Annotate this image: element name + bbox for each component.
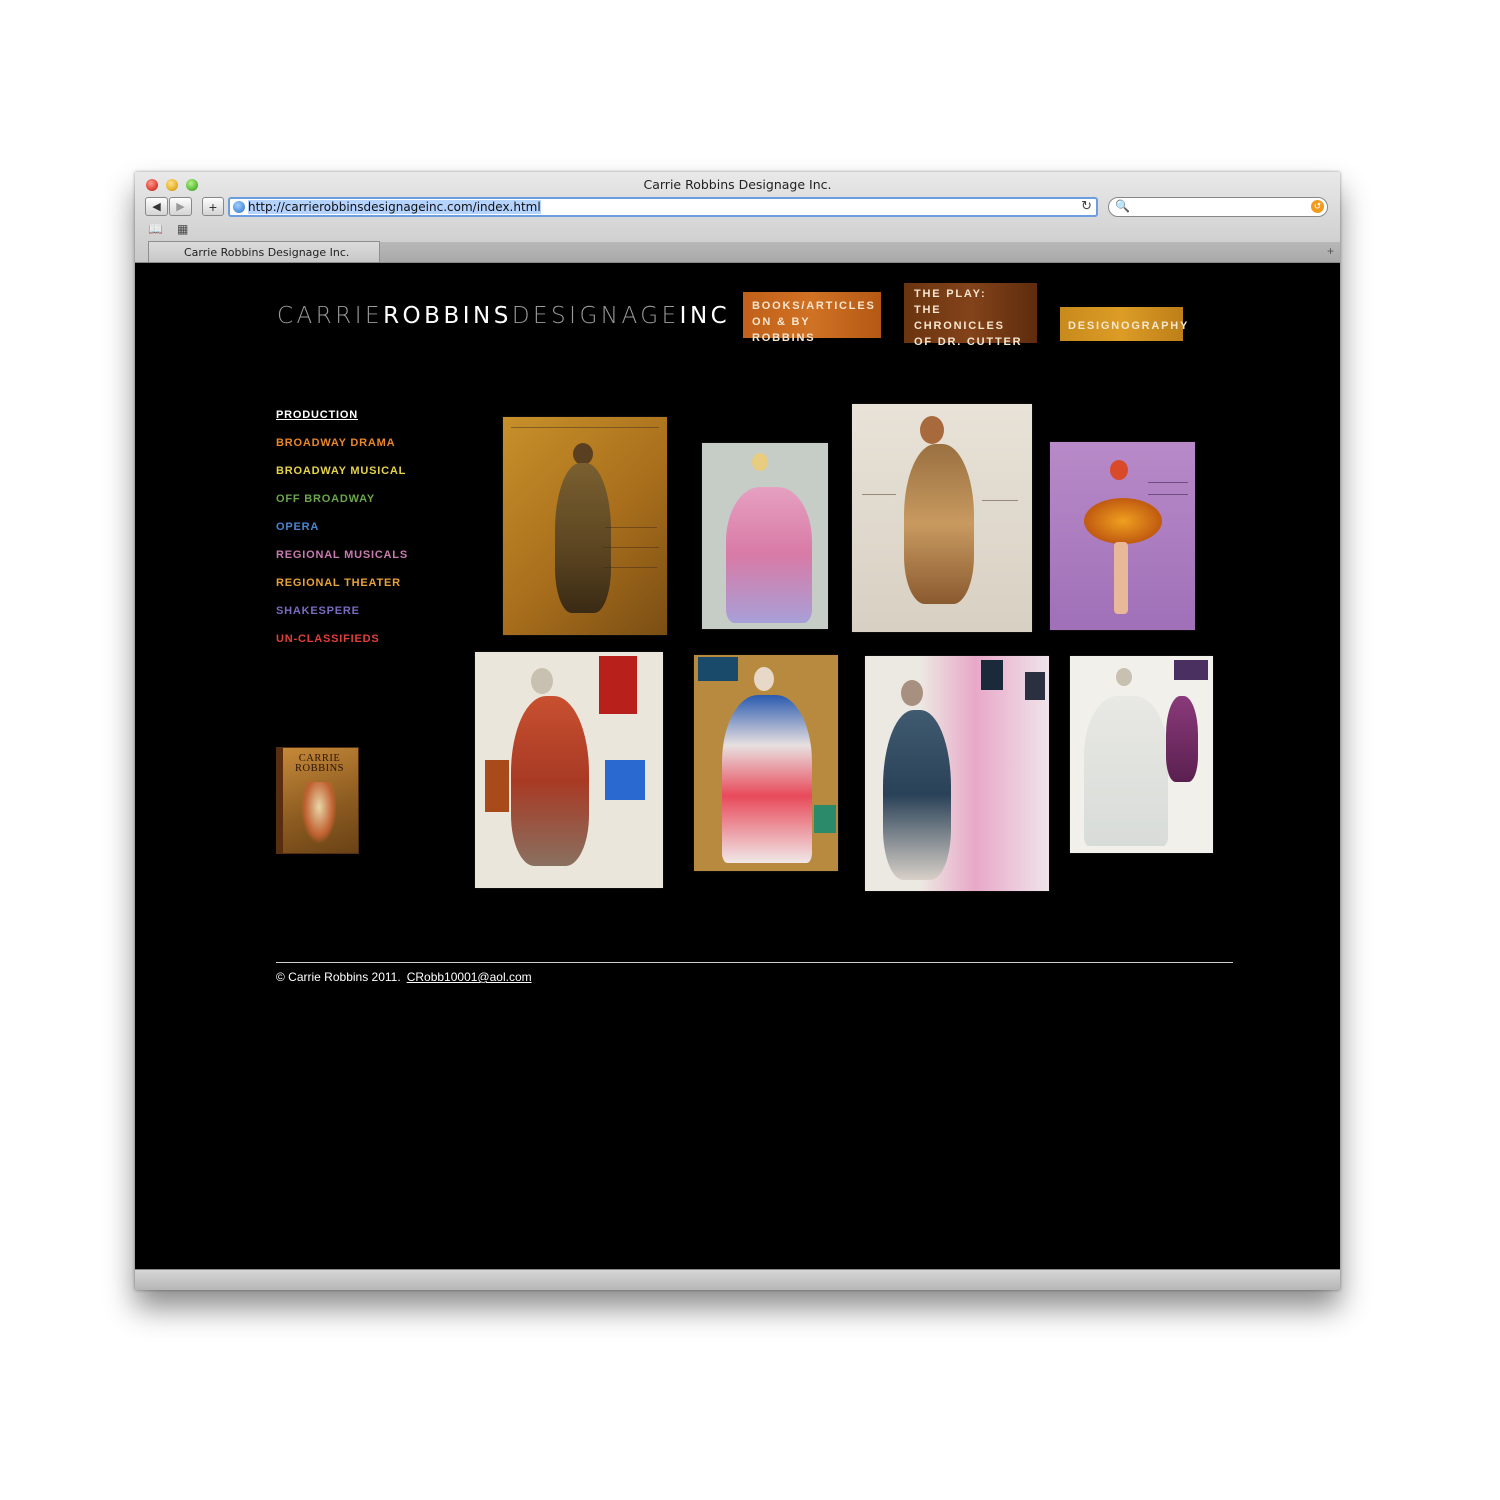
site-logo[interactable]: CARRIEROBBINSDESIGNAGEINC	[277, 303, 730, 329]
menu-broadway-musical[interactable]: BROADWAY MUSICAL	[276, 465, 408, 493]
menu-regional-musicals[interactable]: REGIONAL MUSICALS	[276, 549, 408, 577]
menu-shakespere[interactable]: SHAKESPERE	[276, 605, 408, 633]
email-link[interactable]: CRobb10001@aol.com	[407, 970, 532, 984]
globe-icon	[233, 201, 245, 213]
add-bookmark-button[interactable]: +	[202, 197, 224, 216]
footer: © Carrie Robbins 2011. CRobb10001@aol.com	[276, 970, 532, 984]
menu-regional-theater[interactable]: REGIONAL THEATER	[276, 577, 408, 605]
bookmarks-book-icon[interactable]: 📖	[148, 222, 163, 236]
logo-word-robbins: ROBBINS	[383, 303, 512, 329]
tab-strip	[380, 242, 1340, 262]
costume-sketch-cat-warrior[interactable]	[852, 404, 1032, 632]
url-text: http://carrierobbinsdesignageinc.com/ind…	[248, 200, 541, 214]
costume-sketch-pink-gown[interactable]	[702, 443, 828, 629]
logo-word-inc: INC	[679, 303, 731, 329]
page-content: CARRIEROBBINSDESIGNAGEINC BOOKS/ARTICLES…	[135, 263, 1340, 1270]
costume-sketch-pink-wash-figures[interactable]	[865, 656, 1049, 891]
snapback-icon[interactable]: ↺	[1311, 200, 1324, 213]
browser-window: Carrie Robbins Designage Inc. ◀ ▶ + http…	[135, 172, 1340, 1290]
address-bar[interactable]: http://carrierobbinsdesignageinc.com/ind…	[228, 197, 1098, 217]
costume-sketch-white-gown[interactable]	[1070, 656, 1213, 853]
copyright-text: © Carrie Robbins 2011.	[276, 970, 401, 984]
costume-sketch-floral-dress[interactable]	[694, 655, 838, 871]
top-sites-grid-icon[interactable]: ▦	[177, 222, 188, 236]
nav-books-articles[interactable]: BOOKS/ARTICLES ON & BY ROBBINS	[743, 292, 881, 344]
menu-off-broadway[interactable]: OFF BROADWAY	[276, 493, 408, 521]
footer-divider	[276, 962, 1233, 963]
new-tab-icon[interactable]: +	[1327, 244, 1334, 258]
plus-icon: +	[208, 198, 218, 215]
back-arrow-icon: ◀	[152, 201, 161, 213]
menu-un-classifieds[interactable]: UN-CLASSIFIEDS	[276, 633, 408, 661]
nav-designography[interactable]: DESIGNOGRAPHY	[1060, 307, 1187, 341]
logo-word-designage: DESIGNAGE	[511, 303, 680, 329]
reload-icon[interactable]: ↻	[1081, 199, 1092, 214]
tab-current[interactable]: Carrie Robbins Designage Inc.	[148, 241, 380, 262]
costume-sketch-soldier[interactable]	[503, 417, 667, 635]
menu-opera[interactable]: OPERA	[276, 521, 408, 549]
costume-sketch-wizard[interactable]	[475, 652, 663, 888]
nav-the-play[interactable]: THE PLAY: THE CHRONICLES OF DR. CUTTER	[904, 283, 1037, 348]
production-menu: PRODUCTION BROADWAY DRAMA BROADWAY MUSIC…	[276, 409, 408, 661]
back-button[interactable]: ◀	[145, 197, 168, 216]
search-icon: 🔍	[1115, 199, 1130, 213]
book-cover-figure	[301, 782, 337, 844]
costume-sketch-nutcracker[interactable]	[1050, 442, 1195, 630]
menu-broadway-drama[interactable]: BROADWAY DRAMA	[276, 437, 408, 465]
book-cover[interactable]: CARRIE ROBBINS	[276, 747, 359, 854]
forward-button[interactable]: ▶	[169, 197, 192, 216]
production-heading[interactable]: PRODUCTION	[276, 409, 408, 437]
book-cover-title: CARRIE ROBBINS	[294, 753, 344, 774]
status-bar	[135, 1269, 1340, 1290]
window-title: Carrie Robbins Designage Inc.	[643, 177, 832, 192]
logo-word-carrie: CARRIE	[277, 303, 384, 329]
browser-toolbar: Carrie Robbins Designage Inc. ◀ ▶ + http…	[135, 172, 1340, 263]
search-field[interactable]: 🔍 ↺	[1108, 197, 1328, 217]
forward-arrow-icon: ▶	[176, 201, 185, 213]
